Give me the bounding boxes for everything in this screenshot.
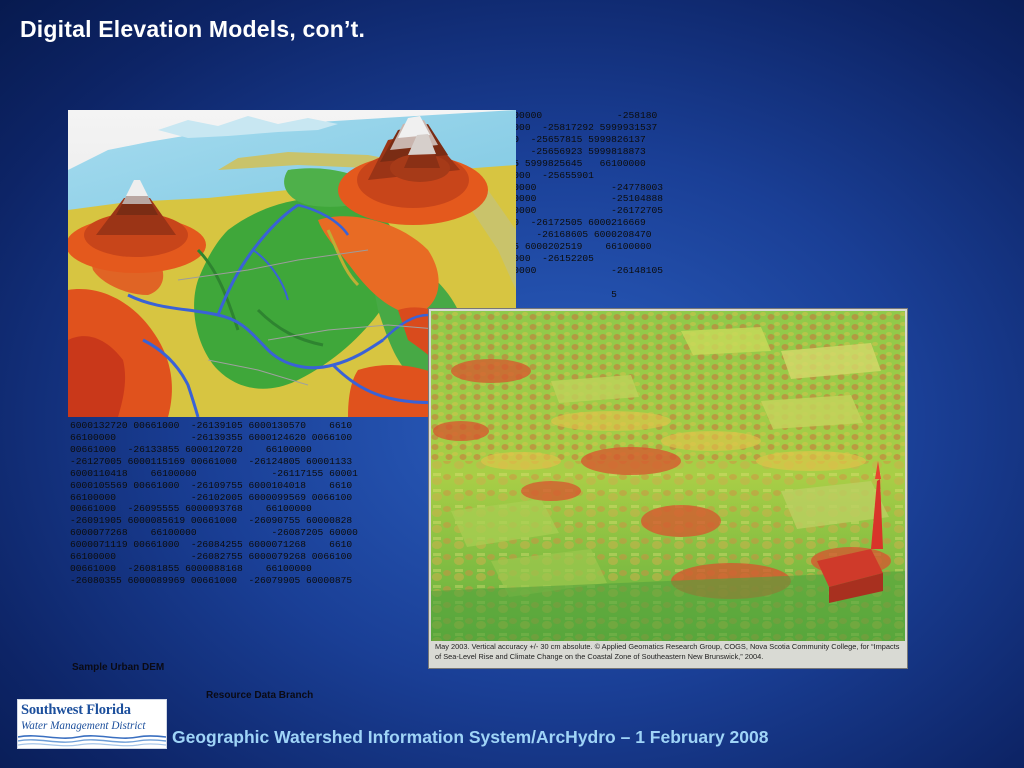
swfwmd-logo: Southwest Florida Water Management Distr… [17,699,167,749]
dem-listing-line: -26127005 6000115169 00661000 -26124805 … [70,455,353,467]
dem-listing-line: 00661000 -26081855 6000088168 66100000 [70,563,312,575]
dem-listing-line: 00661000 -26133855 6000120720 66100000 [70,443,312,455]
slide-title: Digital Elevation Models, con’t. [20,16,366,42]
dem-listing-line: 6000110418 66100000 -26117155 60001 [70,467,358,479]
resource-data-branch-label: Resource Data Branch [206,690,314,701]
dem-listing-line: 66100000 -26082755 6000079268 0066100 [70,551,353,563]
dem-listing-line: 66100000 -26102005 6000099569 0066100 [70,491,353,503]
image-caption: May 2003. Vertical accuracy +/- 30 cm ab… [435,642,900,661]
dem-listing-line: 6000132720 00661000 -26139105 6000130570… [70,419,353,431]
logo-line-2: Water Management District [21,720,146,732]
footer-text: Geographic Watershed Information System/… [172,727,769,747]
urban-surface-image: May 2003. Vertical accuracy +/- 30 cm ab… [428,308,908,669]
logo-waves-icon [18,735,166,747]
sample-urban-dem-label: Sample Urban DEM [72,662,165,673]
dem-listing-line: -26080355 6000089969 00661000 -26079905 … [70,574,353,586]
logo-line-1: Southwest Florida [21,702,131,718]
dem-listing-line: 6000077268 66100000 -26087205 60000 [70,527,358,539]
dem-listing-line: 00661000 -26095555 6000093768 66100000 [70,503,312,515]
dem-listing-line: 6000105569 00661000 -26109755 6000104018… [70,479,353,491]
dem-listing-line: -26091905 6000085619 00661000 -26090755 … [70,515,353,527]
dem-listing-line: 66100000 -26139355 6000124620 0066100 [70,431,353,443]
dem-listing-line: 6000071119 00661000 -26084255 6000071268… [70,539,353,551]
